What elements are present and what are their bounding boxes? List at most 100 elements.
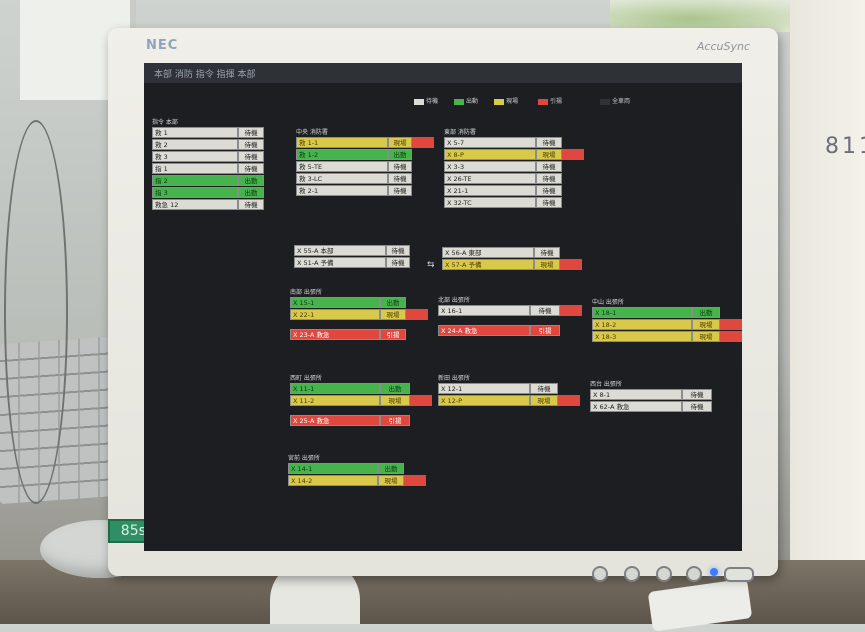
- vehicle-status-cell: 待機: [388, 161, 412, 172]
- vehicle-row[interactable]: 救 2 待機: [152, 139, 284, 151]
- vehicle-status-cell: 待機: [536, 185, 562, 196]
- cable: [4, 120, 68, 504]
- vehicle-row[interactable]: 救 5-TE 待機: [296, 161, 432, 173]
- vehicle-status-cell: 現場: [530, 395, 558, 406]
- vehicle-row[interactable]: 救急 12 待機: [152, 199, 284, 211]
- vehicle-status-cell: 待機: [388, 173, 412, 184]
- monitor-button-input[interactable]: [592, 566, 608, 582]
- vehicle-status-cell: 待機: [238, 151, 264, 162]
- vehicle-row[interactable]: X 14-2 現場: [288, 475, 426, 487]
- vehicle-status-cell: 待機: [682, 389, 712, 400]
- vehicle-row[interactable]: 救 1-1 現場: [296, 137, 434, 149]
- vehicle-row[interactable]: X 8-P 現場: [444, 149, 584, 161]
- vehicle-row[interactable]: X 26-TE 待機: [444, 173, 582, 185]
- vehicle-row[interactable]: X 3-3 待機: [444, 161, 582, 173]
- vehicle-callsign: X 62-A 救急: [590, 401, 682, 412]
- vehicle-callsign: X 12-1: [438, 383, 530, 394]
- vehicle-callsign: 救 3-LC: [296, 173, 388, 184]
- legend-swatch: [494, 98, 504, 105]
- vehicle-row[interactable]: X 12-1 待機: [438, 383, 578, 395]
- vehicle-status-cell: 現場: [378, 475, 404, 486]
- vehicle-row[interactable]: X 56-A 東部 待機: [442, 247, 580, 259]
- vehicle-callsign: X 8-P: [444, 149, 536, 160]
- vehicle-row[interactable]: 救 1 待機: [152, 127, 284, 139]
- alert-indicator: [560, 305, 582, 316]
- vehicle-row[interactable]: 指 1 待機: [152, 163, 284, 175]
- vehicle-row[interactable]: X 32-TC 待機: [444, 197, 582, 209]
- monitor-button-select[interactable]: [656, 566, 672, 582]
- vehicle-row[interactable]: X 55-A 本部 待機: [294, 245, 430, 257]
- legend-label: 出動: [466, 98, 479, 105]
- vehicle-callsign: X 18-1: [592, 307, 692, 318]
- vehicle-row[interactable]: 救 3 待機: [152, 151, 284, 163]
- vehicle-row[interactable]: 指 3 出動: [152, 187, 284, 199]
- vehicle-status-cell: 待機: [386, 245, 410, 256]
- alert-indicator: [562, 149, 584, 160]
- vehicle-row[interactable]: X 18-3 現場: [592, 331, 742, 343]
- vehicle-row[interactable]: X 15-1 出動: [290, 297, 426, 309]
- legend-swatch: [414, 98, 424, 105]
- vehicle-row[interactable]: X 21-1 待機: [444, 185, 582, 197]
- station-heading: 新田 出張所: [438, 375, 470, 382]
- vehicle-status-cell: 出動: [238, 175, 264, 186]
- background-wall: [790, 0, 865, 624]
- vehicle-callsign: X 26-TE: [444, 173, 536, 184]
- vehicle-callsign: X 3-3: [444, 161, 536, 172]
- vehicle-status-cell: 待機: [388, 185, 412, 196]
- vehicle-callsign: 指 3: [152, 187, 238, 198]
- vehicle-row[interactable]: X 16-1 待機: [438, 305, 582, 317]
- vehicle-row[interactable]: X 11-2 現場: [290, 395, 432, 407]
- station-heading: 東部 消防署: [444, 129, 476, 136]
- vehicle-row[interactable]: X 24-A 救急 引揚: [438, 325, 580, 337]
- legend-item: 出動: [452, 96, 478, 105]
- vehicle-status-cell: 出動: [692, 307, 720, 318]
- legend-label: 待機: [426, 98, 439, 105]
- vehicle-row[interactable]: 指 2 出動: [152, 175, 284, 187]
- legend-swatch: [454, 98, 464, 105]
- vehicle-status-cell: 現場: [380, 309, 406, 320]
- vehicle-status-cell: 待機: [536, 197, 562, 208]
- vehicle-status-cell: 出動: [380, 383, 410, 394]
- vehicle-row[interactable]: X 18-2 現場: [592, 319, 742, 331]
- transfer-arrow-icon: ⇆: [427, 260, 435, 270]
- vehicle-row[interactable]: X 57-A 予備 現場: [442, 259, 582, 271]
- vehicle-row[interactable]: X 22-1 現場: [290, 309, 428, 321]
- legend-item: 全車両: [598, 96, 630, 105]
- legend-swatch: [600, 98, 610, 105]
- vehicle-row[interactable]: 救 3-LC 待機: [296, 173, 432, 185]
- dispatch-screen: 本部 消防 指令 指揮 本部 待機 出動 現場 引揚 全車両 指令 本部救 1 待機救 2…: [144, 63, 742, 551]
- vehicle-callsign: 救 2-1: [296, 185, 388, 196]
- vehicle-row[interactable]: X 11-1 出動: [290, 383, 430, 395]
- monitor-button-menu[interactable]: [624, 566, 640, 582]
- vehicle-status-cell: 待機: [536, 161, 562, 172]
- vehicle-row[interactable]: X 8-1 待機: [590, 389, 732, 401]
- vehicle-callsign: 救 5-TE: [296, 161, 388, 172]
- vehicle-callsign: 救 1-2: [296, 149, 388, 160]
- vehicle-status-cell: 待機: [238, 199, 264, 210]
- alert-indicator: [560, 259, 582, 270]
- monitor-button-adjust[interactable]: [686, 566, 702, 582]
- vehicle-row[interactable]: X 25-A 救急 引揚: [290, 415, 430, 427]
- vehicle-row[interactable]: 救 1-2 出動: [296, 149, 432, 161]
- legend-item: 現場: [492, 96, 518, 105]
- vehicle-callsign: X 18-2: [592, 319, 692, 330]
- vehicle-row[interactable]: X 5-7 待機: [444, 137, 582, 149]
- vehicle-status-cell: 待機: [682, 401, 712, 412]
- vehicle-callsign: X 15-1: [290, 297, 380, 308]
- app-title: 本部 消防 指令 指揮 本部: [154, 70, 256, 80]
- vehicle-row[interactable]: X 12-P 現場: [438, 395, 580, 407]
- vehicle-status-cell: 現場: [534, 259, 560, 270]
- legend-label: 引揚: [550, 98, 563, 105]
- vehicle-row[interactable]: X 62-A 救急 待機: [590, 401, 732, 413]
- vehicle-callsign: X 57-A 予備: [442, 259, 534, 270]
- vehicle-row[interactable]: X 23-A 救急 引揚: [290, 329, 426, 341]
- alert-indicator: [720, 331, 742, 342]
- alert-indicator: [412, 137, 434, 148]
- vehicle-status-cell: 待機: [238, 127, 264, 138]
- vehicle-row[interactable]: 救 2-1 待機: [296, 185, 432, 197]
- vehicle-row[interactable]: X 14-1 出動: [288, 463, 424, 475]
- monitor-power-button[interactable]: [724, 567, 754, 582]
- vehicle-row[interactable]: X 18-1 出動: [592, 307, 740, 319]
- vehicle-row[interactable]: X 51-A 予備 待機: [294, 257, 430, 269]
- vehicle-callsign: X 14-1: [288, 463, 378, 474]
